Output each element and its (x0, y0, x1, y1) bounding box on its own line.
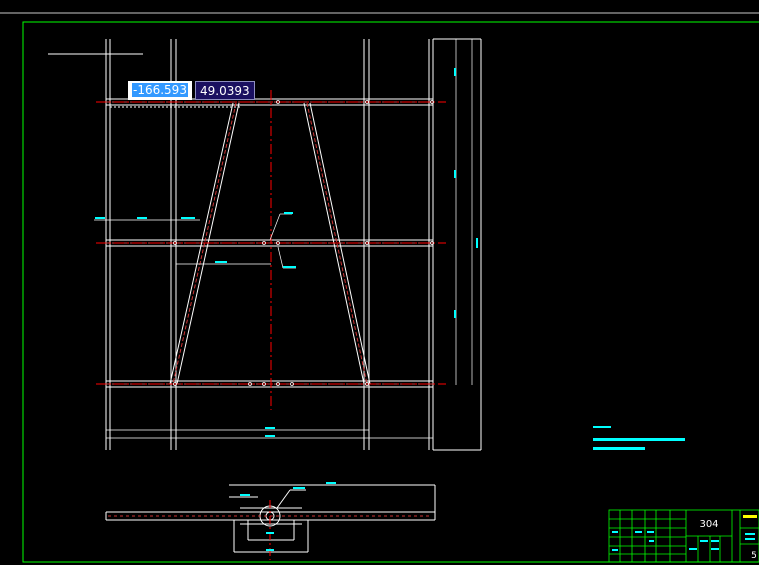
drawing-frame (0, 12, 759, 563)
y-value: 49.0393 (200, 84, 250, 98)
dynamic-input-y-field[interactable]: 49.0393 (195, 81, 255, 100)
title-block (608, 509, 759, 563)
dimension-text-marks (95, 68, 478, 437)
dynamic-input-x-field[interactable]: -166.593 (128, 81, 192, 100)
centerlines (96, 90, 446, 410)
drawing-number: 304 (699, 519, 718, 530)
x-value: -166.593 (132, 83, 188, 97)
sheet-number: 5 (751, 551, 757, 561)
technical-notes (593, 426, 685, 450)
cad-drawing-canvas[interactable]: 304 5 (0, 0, 759, 565)
vertical-members (105, 38, 482, 451)
